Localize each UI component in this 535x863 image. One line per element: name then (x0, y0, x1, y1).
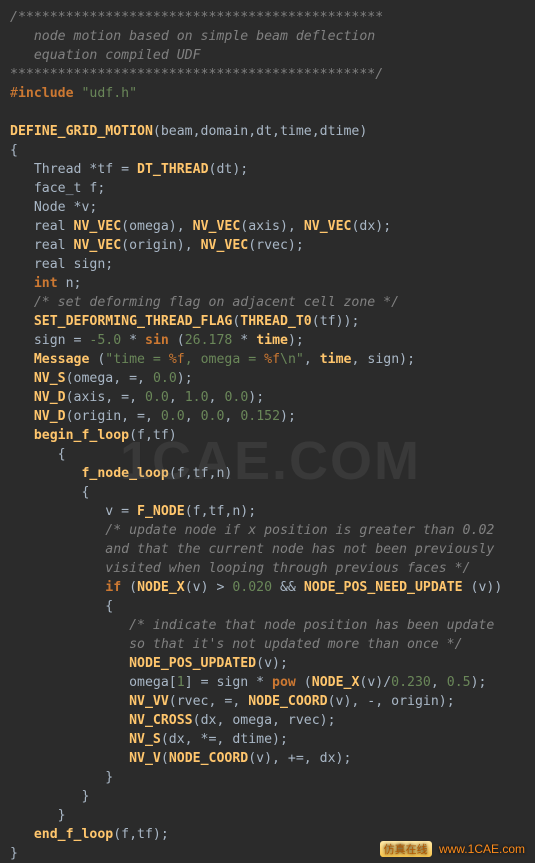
footer-cn-badge: 仿真在线 (380, 841, 432, 857)
footer-url: www.1CAE.com (439, 842, 525, 856)
code-block: /***************************************… (0, 0, 535, 863)
footer-credit: 仿真在线 www.1CAE.com (380, 841, 525, 857)
